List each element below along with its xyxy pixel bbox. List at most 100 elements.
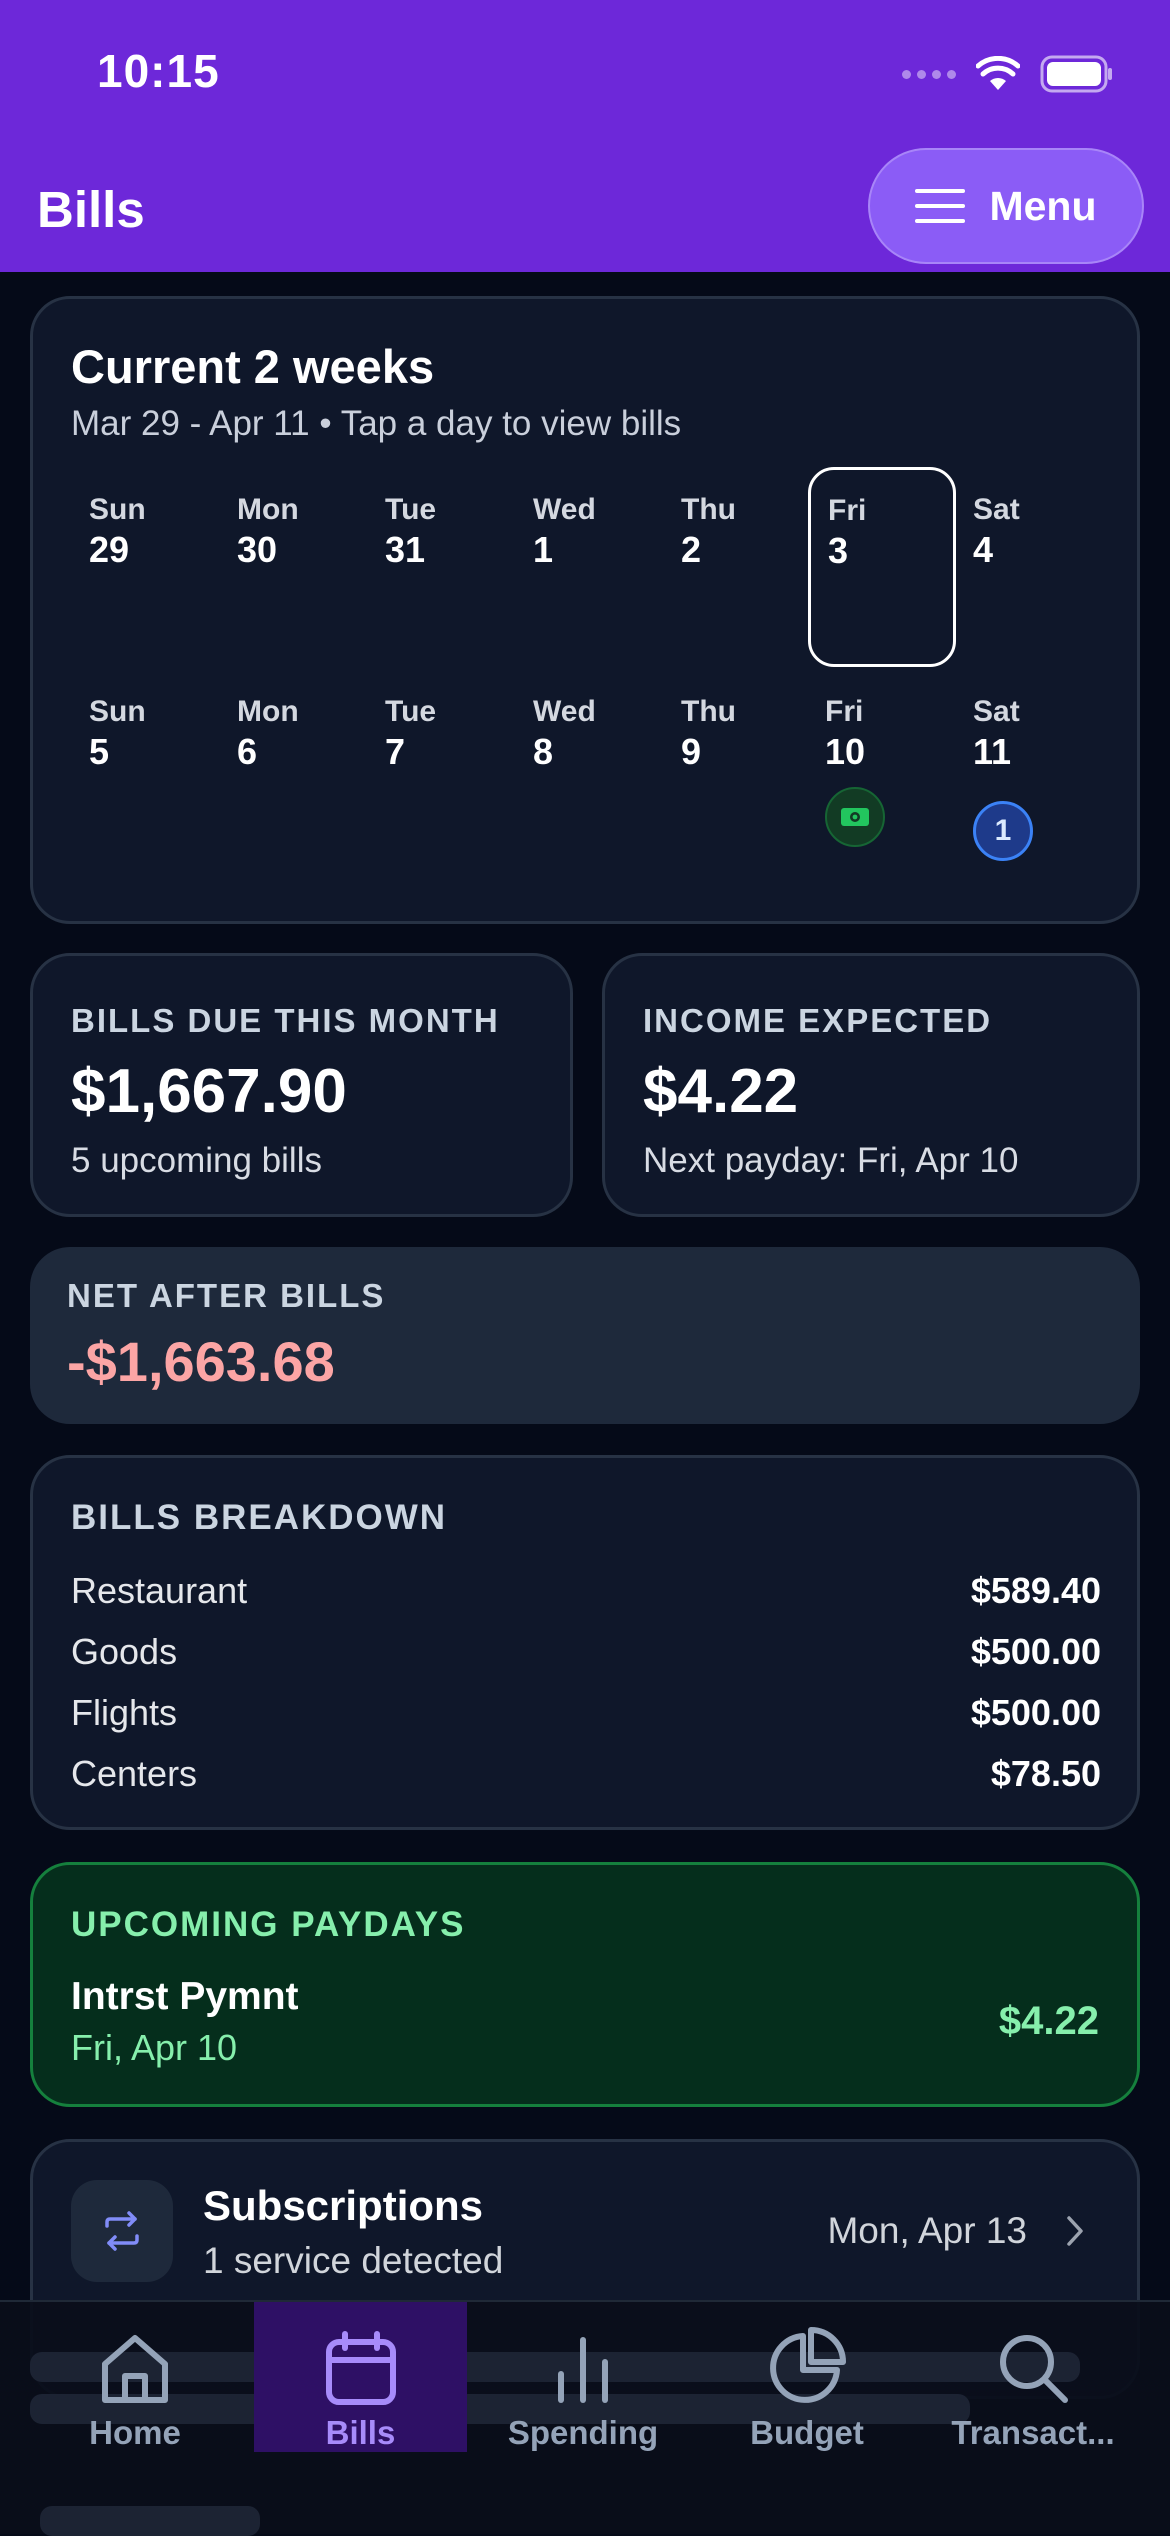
calendar-day[interactable]: Sat 4 (973, 493, 1115, 571)
tab-spending[interactable]: Spending (498, 2302, 668, 2452)
payday-date: Fri, Apr 10 (71, 2027, 238, 2068)
day-name: Fri (825, 695, 864, 728)
pie-chart-icon (770, 2327, 846, 2403)
day-name: Fri (828, 494, 867, 527)
bills-due-label: BILLS DUE THIS MONTH (71, 1002, 500, 1039)
breakdown-amount: $589.40 (970, 1570, 1101, 1611)
breakdown-category: Restaurant (71, 1570, 248, 1611)
day-number: 2 (681, 529, 702, 570)
calendar-card: Current 2 weeks Mar 29 - Apr 11 • Tap a … (30, 296, 1140, 924)
repeat-icon (71, 2180, 173, 2282)
tab-label: Transact... (951, 2414, 1115, 2451)
day-name: Sat (973, 695, 1020, 728)
cash-icon (825, 787, 885, 847)
breakdown-row: Goods $500.00 (71, 1631, 1101, 1673)
calendar-day: Fri 3 (828, 494, 970, 572)
net-label: NET AFTER BILLS (67, 1277, 386, 1314)
calendar-day[interactable]: Wed 8 (533, 695, 675, 773)
bill-count-badge: 1 (973, 801, 1033, 861)
paydays-label: UPCOMING PAYDAYS (71, 1905, 466, 1944)
breakdown-row: Centers $78.50 (71, 1753, 1101, 1795)
calendar-day[interactable]: Sun 5 (89, 695, 231, 773)
tab-bills[interactable]: Bills (254, 2302, 467, 2452)
day-name: Wed (533, 695, 596, 728)
day-name: Mon (237, 695, 299, 728)
day-name: Sat (973, 493, 1020, 526)
status-icons (902, 52, 1114, 96)
cellular-signal-icon (902, 69, 956, 79)
subscriptions-title: Subscriptions (203, 2182, 484, 2229)
day-number: 8 (533, 731, 554, 772)
day-number: 3 (828, 530, 849, 571)
chevron-right-icon (1067, 2216, 1083, 2246)
breakdown-row: Restaurant $589.40 (71, 1570, 1101, 1612)
breakdown-amount: $500.00 (970, 1692, 1101, 1733)
subscriptions-date: Mon, Apr 13 (827, 2210, 1027, 2251)
calendar-day-selected[interactable]: Fri 3 (808, 467, 956, 667)
day-name: Thu (681, 695, 736, 728)
calendar-icon (325, 2331, 396, 2405)
page-title: Bills (37, 181, 145, 238)
day-number: 31 (385, 529, 426, 570)
breakdown-category: Centers (71, 1753, 198, 1794)
day-number: 10 (825, 731, 866, 772)
breakdown-category: Flights (71, 1692, 178, 1733)
subscriptions-sub: 1 service detected (203, 2240, 504, 2281)
breakdown-amount: $500.00 (970, 1631, 1101, 1672)
day-name: Mon (237, 493, 299, 526)
calendar-subtitle: Mar 29 - Apr 11 • Tap a day to view bill… (71, 404, 682, 443)
tab-bar: Home Bills Spending Budget Transact... (0, 2300, 1170, 2536)
home-icon (102, 2335, 168, 2403)
income-expected-card: INCOME EXPECTED $4.22 Next payday: Fri, … (602, 953, 1140, 1217)
income-sub: Next payday: Fri, Apr 10 (643, 1141, 1019, 1180)
tab-home[interactable]: Home (64, 2302, 206, 2452)
calendar-day[interactable]: Mon 6 (237, 695, 379, 773)
bills-due-card: BILLS DUE THIS MONTH $1,667.90 5 upcomin… (30, 953, 573, 1217)
day-name: Tue (385, 695, 437, 728)
day-name: Sun (89, 493, 146, 526)
day-number: 9 (681, 731, 702, 772)
tab-label: Budget (750, 2414, 864, 2451)
bills-breakdown-card: BILLS BREAKDOWN Restaurant $589.40 Goods… (30, 1455, 1140, 1830)
calendar-day[interactable]: Sun 29 (89, 493, 231, 571)
upcoming-paydays-card: UPCOMING PAYDAYS Intrst Pymnt Fri, Apr 1… (30, 1862, 1140, 2107)
bar-chart-icon (558, 2337, 608, 2403)
income-value: $4.22 (643, 1057, 799, 1126)
tab-label: Home (89, 2414, 181, 2451)
calendar-day[interactable]: Tue 31 (385, 493, 527, 571)
calendar-day[interactable]: Thu 2 (681, 493, 823, 571)
day-name: Thu (681, 493, 736, 526)
tab-budget[interactable]: Budget (732, 2302, 882, 2452)
day-number: 6 (237, 731, 258, 772)
payday-amount: $4.22 (998, 1999, 1099, 2043)
app-header: 10:15 Bills Menu (0, 0, 1170, 272)
calendar-day[interactable]: Tue 7 (385, 695, 527, 773)
calendar-day[interactable]: Mon 30 (237, 493, 379, 571)
day-number: 29 (89, 529, 130, 570)
menu-button-label: Menu (989, 182, 1097, 229)
calendar-day[interactable]: Thu 9 (681, 695, 823, 773)
calendar-day[interactable]: Wed 1 (533, 493, 675, 571)
search-icon (1000, 2335, 1068, 2403)
income-label: INCOME EXPECTED (643, 1002, 993, 1039)
tab-label: Bills (325, 2414, 396, 2451)
bills-due-sub: 5 upcoming bills (71, 1141, 322, 1180)
payday-name: Intrst Pymnt (71, 1975, 299, 2018)
breakdown-row: Flights $500.00 (71, 1692, 1101, 1734)
day-number: 30 (237, 529, 278, 570)
calendar-title: Current 2 weeks (71, 340, 435, 393)
calendar-day[interactable]: Sat 11 (973, 695, 1115, 773)
day-name: Tue (385, 493, 437, 526)
net-after-bills-card: NET AFTER BILLS -$1,663.68 (30, 1247, 1140, 1424)
battery-icon (1040, 55, 1112, 93)
tab-transactions[interactable]: Transact... (938, 2302, 1128, 2452)
calendar-day[interactable]: Fri 10 (825, 695, 967, 773)
status-time: 10:15 (97, 45, 220, 97)
day-name: Wed (533, 493, 596, 526)
breakdown-label: BILLS BREAKDOWN (71, 1498, 448, 1537)
menu-button[interactable]: Menu (868, 148, 1144, 264)
day-number: 1 (533, 529, 554, 570)
day-number: 11 (973, 731, 1012, 772)
breakdown-category: Goods (71, 1631, 178, 1672)
wifi-icon (976, 56, 1020, 90)
